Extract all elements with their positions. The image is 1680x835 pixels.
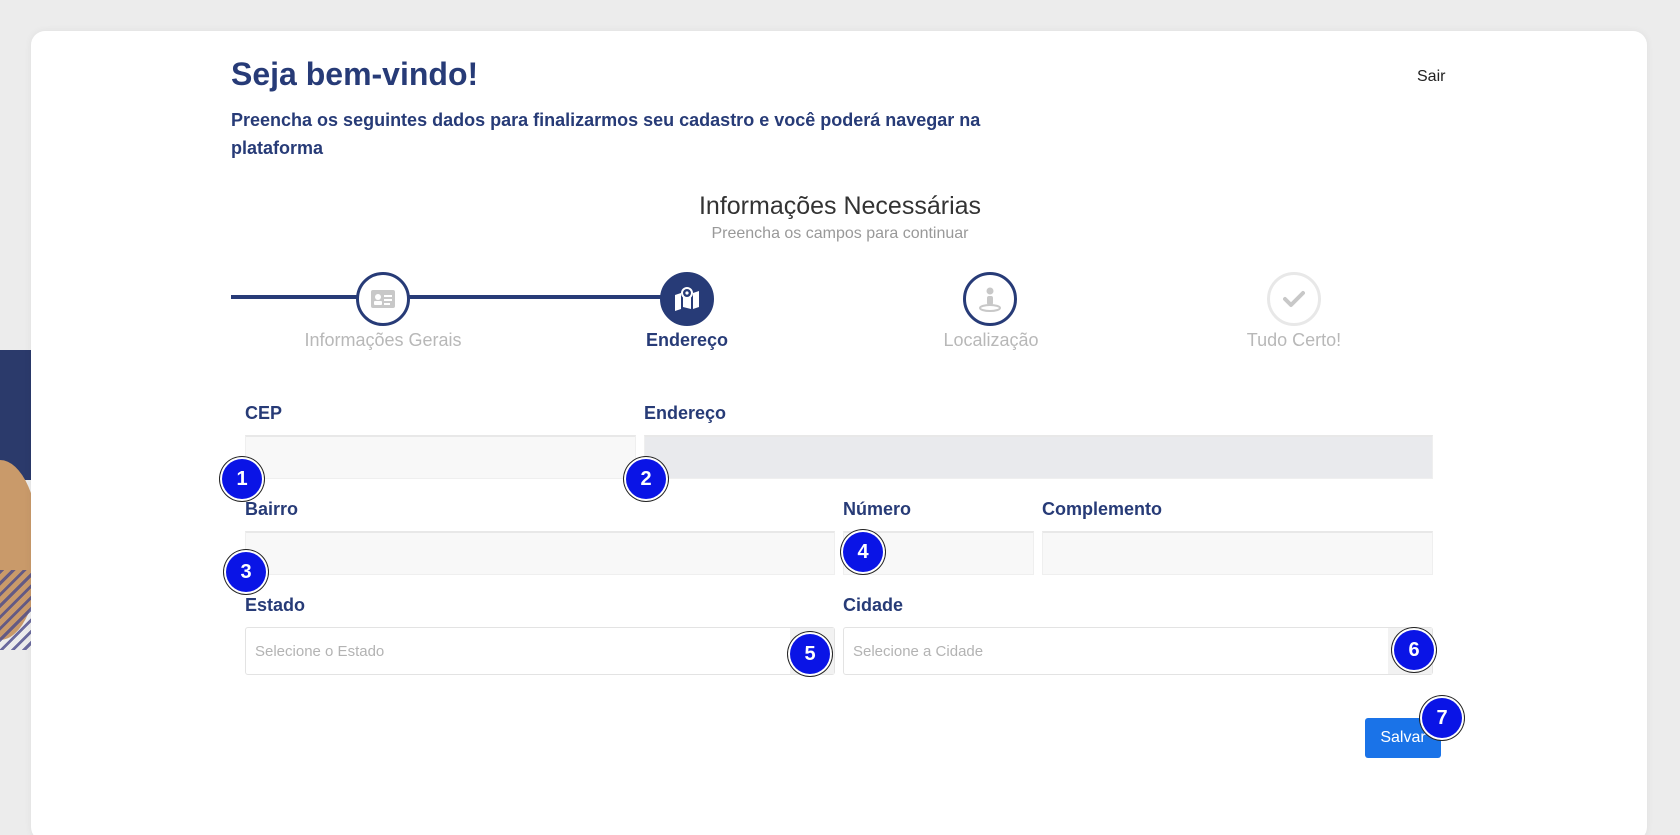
annotation-marker-4: 4 <box>843 532 883 572</box>
annotation-marker-1: 1 <box>222 459 262 499</box>
annotation-marker-2: 2 <box>626 459 666 499</box>
estado-label: Estado <box>245 595 306 615</box>
cidade-label: Cidade <box>843 595 904 615</box>
check-icon <box>1283 291 1305 307</box>
complemento-label: Complemento <box>1042 499 1163 519</box>
step-3-label: Localização <box>943 330 1039 350</box>
background-decoration <box>0 350 34 670</box>
estado-placeholder: Selecione o Estado <box>255 642 385 660</box>
cep-label: CEP <box>245 403 283 423</box>
page-subtitle: Preencha os seguintes dados para finaliz… <box>231 110 981 158</box>
cidade-select[interactable]: Selecione a Cidade <box>843 627 1433 675</box>
step-1-circle[interactable] <box>356 272 410 326</box>
endereco-label: Endereço <box>644 403 727 423</box>
bairro-label: Bairro <box>245 499 299 519</box>
step-1-label: Informações Gerais <box>304 330 462 350</box>
annotation-marker-3: 3 <box>226 552 266 592</box>
annotation-marker-7: 7 <box>1422 698 1462 738</box>
cep-input[interactable] <box>245 435 636 479</box>
section-title: Informações Necessárias <box>698 192 982 220</box>
step-4-label: Tudo Certo! <box>1246 330 1342 350</box>
bairro-input[interactable] <box>245 531 835 575</box>
step-4-circle[interactable] <box>1267 272 1321 326</box>
annotation-marker-5: 5 <box>790 634 830 674</box>
page-title: Seja bem-vindo! <box>231 56 479 92</box>
cidade-placeholder: Selecione a Cidade <box>853 642 984 660</box>
step-2-label: Endereço <box>645 330 729 350</box>
numero-label: Número <box>843 499 912 519</box>
section-subtitle: Preencha os campos para continuar <box>711 225 969 242</box>
person-location-icon <box>979 287 1001 312</box>
step-2-circle[interactable] <box>660 272 714 326</box>
logout-link[interactable]: Sair <box>1417 68 1445 86</box>
complemento-input[interactable] <box>1042 531 1433 575</box>
step-3-circle[interactable] <box>963 272 1017 326</box>
estado-select[interactable]: Selecione o Estado <box>245 627 835 675</box>
map-marker-icon <box>675 287 699 311</box>
endereco-input[interactable] <box>644 435 1433 479</box>
stepper-progress-line <box>231 295 687 299</box>
id-card-icon <box>371 290 395 308</box>
annotation-marker-6: 6 <box>1394 630 1434 670</box>
